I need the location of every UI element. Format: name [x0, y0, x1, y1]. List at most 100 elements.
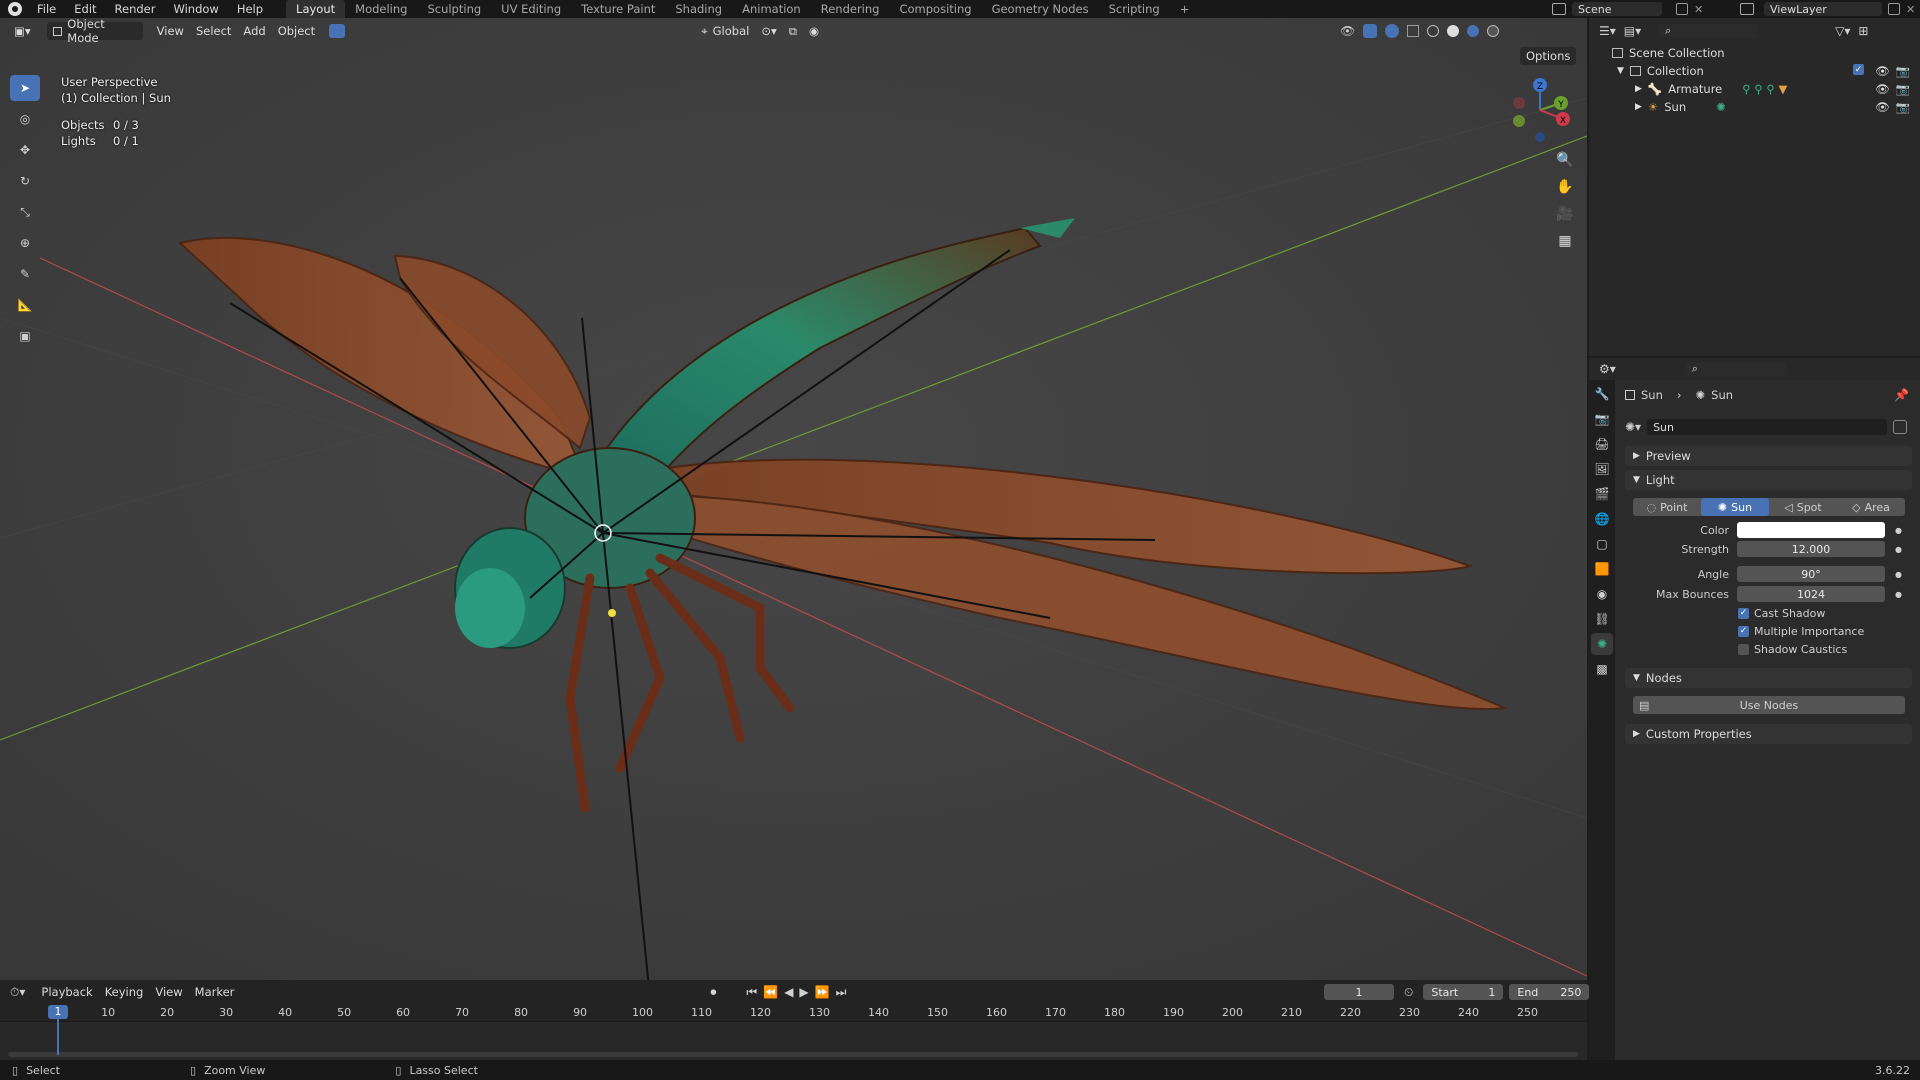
object-tab-icon[interactable]: 🟧 [1591, 558, 1613, 580]
proportional-edit-icon[interactable]: ◉ [803, 22, 825, 40]
tab-texture-paint[interactable]: Texture Paint [571, 0, 665, 18]
tab-animation[interactable]: Animation [732, 0, 811, 18]
navigation-gizmo[interactable]: Z Y X [1505, 75, 1575, 145]
menu-keying[interactable]: Keying [99, 983, 150, 1001]
use-nodes-button[interactable]: ▤ Use Nodes [1633, 696, 1905, 714]
pin-icon[interactable]: 📌 [1894, 388, 1909, 402]
datablock-type-icon[interactable]: ✺▾ [1625, 420, 1641, 434]
shadow-caustics-checkbox[interactable] [1738, 643, 1749, 655]
render-camera-icon[interactable]: 📷 [1896, 64, 1910, 78]
properties-search-input[interactable]: ⌕ [1685, 362, 1786, 376]
play-reverse-icon[interactable]: ◀ [784, 985, 793, 999]
perspective-grid-icon[interactable]: ▦ [1553, 229, 1577, 253]
menu-render[interactable]: Render [106, 0, 165, 18]
light-type-sun[interactable]: ✺ Sun [1701, 498, 1769, 516]
tab-geometry-nodes[interactable]: Geometry Nodes [982, 0, 1099, 18]
timeline-scrollbar[interactable] [8, 1052, 1578, 1057]
datablock-name-field[interactable]: Sun [1647, 419, 1888, 435]
new-view-layer-icon[interactable] [1888, 3, 1900, 15]
solid-shading-icon[interactable] [1447, 25, 1460, 37]
menu-window[interactable]: Window [164, 0, 227, 18]
light-type-area[interactable]: ◇ Area [1837, 498, 1905, 516]
eye-icon[interactable]: 👁 [1875, 100, 1890, 114]
render-camera-icon[interactable]: 📷 [1896, 82, 1910, 96]
delete-scene-icon[interactable]: ✕ [1694, 3, 1703, 16]
exclude-checkbox[interactable]: ✓ [1853, 64, 1865, 75]
play-icon[interactable]: ▶ [799, 985, 808, 999]
jump-start-icon[interactable]: ⏮ [746, 985, 757, 1000]
angle-field[interactable]: 90° [1737, 566, 1885, 582]
render-tab-icon[interactable]: 📷 [1591, 408, 1613, 430]
cast-shadow-checkbox[interactable]: ✓ [1738, 607, 1749, 619]
menu-playback[interactable]: Playback [35, 983, 98, 1001]
new-scene-icon[interactable] [1676, 3, 1688, 15]
scene-field[interactable]: Scene [1572, 2, 1662, 16]
xray-icon[interactable] [1407, 25, 1420, 37]
outliner-editor-icon[interactable]: ☰▾ [1599, 24, 1616, 38]
pivot-icon[interactable]: ⊙▾ [755, 22, 782, 40]
add-workspace-button[interactable]: + [1170, 0, 1200, 18]
expand-arrow-icon[interactable]: ▼ [1617, 66, 1624, 76]
3d-viewport[interactable] [0, 18, 1587, 980]
end-frame-field[interactable]: End 250 [1509, 984, 1590, 1000]
light-data-tab-icon[interactable]: ✺ [1591, 633, 1613, 655]
overlay-toggle-icon[interactable] [1385, 24, 1400, 38]
record-icon[interactable]: ⏺ [710, 985, 716, 1000]
select-box-tool[interactable]: ➤ [10, 75, 40, 101]
measure-tool[interactable]: 📐 [10, 292, 40, 318]
tab-scripting[interactable]: Scripting [1099, 0, 1170, 18]
menu-timeline-view[interactable]: View [149, 983, 188, 1001]
playhead-frame-label[interactable]: 1 [48, 1005, 68, 1019]
light-type-spot[interactable]: ◁ Spot [1769, 498, 1837, 516]
light-panel-header[interactable]: ▼ Light [1625, 470, 1912, 490]
strength-field[interactable]: 12.000 [1737, 541, 1885, 557]
view-layer-field[interactable]: ViewLayer [1764, 2, 1882, 16]
tab-rendering[interactable]: Rendering [811, 0, 890, 18]
current-frame-field[interactable]: 1 [1324, 984, 1394, 1000]
display-mode-icon[interactable]: ▤▾ [1624, 24, 1641, 38]
custom-properties-panel-header[interactable]: ▶ Custom Properties [1625, 724, 1912, 744]
visibility-icon[interactable]: 👁 [1340, 24, 1355, 38]
material-shading-icon[interactable] [1467, 25, 1480, 37]
fake-user-shield-icon[interactable] [1893, 420, 1908, 434]
keyframe-dot-icon[interactable]: ● [1895, 590, 1902, 599]
tab-compositing[interactable]: Compositing [889, 0, 981, 18]
stopwatch-icon[interactable]: ⏲ [1404, 985, 1413, 1000]
prev-keyframe-icon[interactable]: ⏪ [763, 985, 778, 999]
sun-light-origin[interactable] [608, 609, 616, 617]
cursor-tool[interactable]: ◎ [10, 106, 40, 132]
move-tool[interactable]: ✥ [10, 137, 40, 163]
multiple-importance-checkbox[interactable]: ✓ [1738, 625, 1749, 637]
max-bounces-field[interactable]: 1024 [1737, 586, 1885, 602]
view-layer-tab-icon[interactable]: 🖼 [1591, 458, 1613, 480]
outliner-row-collection[interactable]: ▼ Collection ✓ 👁 📷 [1589, 62, 1920, 80]
expand-arrow-icon[interactable]: ▶ [1635, 102, 1642, 112]
preview-panel-header[interactable]: ▶ Preview [1625, 446, 1912, 466]
tab-uv-editing[interactable]: UV Editing [491, 0, 571, 18]
render-camera-icon[interactable]: 📷 [1896, 100, 1910, 114]
physics-tab-icon[interactable]: ◉ [1591, 583, 1613, 605]
editor-type-icon[interactable]: ▣▾ [8, 22, 37, 40]
expand-arrow-icon[interactable]: ▶ [1635, 84, 1642, 94]
menu-object[interactable]: Object [272, 22, 321, 40]
scene-tab-icon[interactable]: 🎬 [1591, 483, 1613, 505]
delete-view-layer-icon[interactable]: ✕ [1906, 3, 1915, 16]
blender-logo-icon[interactable] [8, 2, 22, 16]
menu-view[interactable]: View [151, 22, 190, 40]
orientation-selector[interactable]: ⌖ Global [695, 22, 755, 40]
color-swatch[interactable] [1737, 522, 1885, 538]
next-keyframe-icon[interactable]: ⏩ [815, 985, 830, 999]
rendered-shading-icon[interactable] [1487, 25, 1500, 37]
new-collection-icon[interactable]: ⊞ [1858, 24, 1868, 38]
view-layer-icon[interactable] [1740, 3, 1754, 15]
eye-icon[interactable]: 👁 [1875, 82, 1890, 96]
tab-sculpting[interactable]: Sculpting [417, 0, 491, 18]
menu-edit[interactable]: Edit [65, 0, 105, 18]
properties-editor-icon[interactable]: ⚙▾ [1599, 362, 1616, 376]
multiple-importance-row[interactable]: ✓ Multiple Importance [1738, 622, 1864, 640]
eye-icon[interactable]: 👁 [1875, 64, 1890, 78]
tab-shading[interactable]: Shading [665, 0, 732, 18]
annotate-tool[interactable]: ✎ [10, 261, 40, 287]
mode-selector[interactable]: Object Mode [46, 17, 143, 45]
wireframe-shading-icon[interactable] [1427, 25, 1440, 37]
